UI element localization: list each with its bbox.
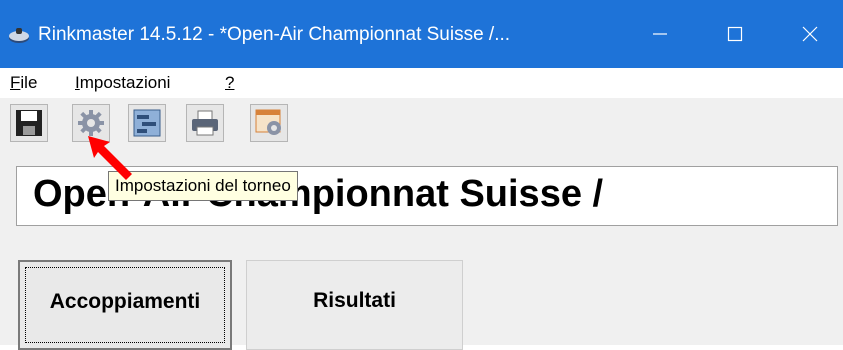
red-arrow-icon	[88, 136, 132, 180]
menu-settings-label: mpostazioni	[79, 73, 171, 92]
save-icon	[16, 110, 42, 136]
menu-help[interactable]: ?	[225, 73, 234, 93]
menu-bar: File Impostazioni ?	[0, 68, 843, 98]
title-bar[interactable]: Rinkmaster 14.5.12 - *Open-Air Championn…	[0, 0, 843, 68]
save-button[interactable]	[10, 104, 48, 142]
app-window: Rinkmaster 14.5.12 - *Open-Air Championn…	[0, 0, 843, 350]
close-icon	[802, 26, 818, 42]
maximize-button[interactable]	[705, 10, 765, 58]
curling-stone-icon	[9, 28, 29, 43]
tab-results-label: Risultati	[313, 289, 396, 312]
menu-settings[interactable]: Impostazioni	[75, 73, 170, 93]
minimize-icon	[653, 33, 667, 35]
menu-file-label: ile	[20, 73, 38, 92]
window-title: Rinkmaster 14.5.12 - *Open-Air Championn…	[38, 24, 511, 45]
close-button[interactable]	[780, 10, 840, 58]
settings-window-button[interactable]	[250, 104, 288, 142]
printer-icon	[192, 110, 218, 136]
tab-pairings[interactable]: Accoppiamenti	[18, 260, 232, 350]
menu-file-accel: F	[10, 73, 21, 92]
menu-file[interactable]: File	[10, 73, 37, 93]
minimize-button[interactable]	[630, 10, 690, 58]
menu-help-accel: ?	[225, 73, 235, 92]
tab-results[interactable]: Risultati	[246, 260, 463, 350]
tab-pairings-label: Accoppiamenti	[49, 290, 201, 313]
print-button[interactable]	[186, 104, 224, 142]
settings-window-icon	[255, 109, 281, 135]
maximize-icon	[727, 26, 743, 42]
